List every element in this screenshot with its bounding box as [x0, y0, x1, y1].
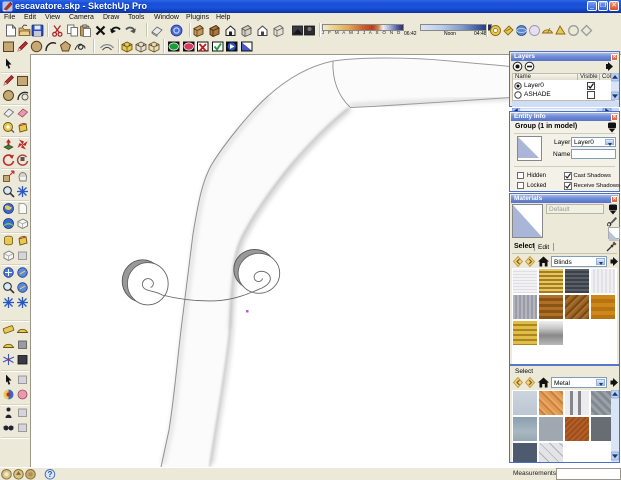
svg-text:?: ?	[48, 470, 53, 479]
